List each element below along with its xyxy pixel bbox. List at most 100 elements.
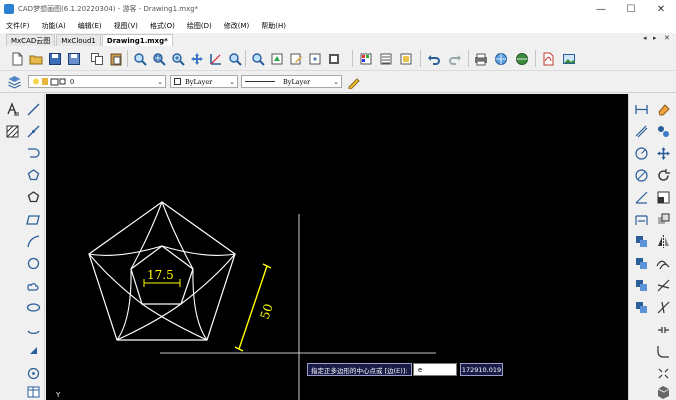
paste-icon[interactable] bbox=[107, 50, 124, 67]
match-properties-icon[interactable] bbox=[268, 50, 285, 67]
open-file-icon[interactable] bbox=[27, 50, 44, 67]
tab-drawing1[interactable]: Drawing1.mxg* bbox=[101, 34, 173, 46]
menu-draw[interactable]: 绘图(D) bbox=[181, 21, 218, 31]
hatch-icon[interactable] bbox=[3, 122, 21, 140]
arc-icon[interactable] bbox=[24, 232, 42, 250]
layer-freeze-icon[interactable] bbox=[632, 276, 650, 294]
redo-icon[interactable] bbox=[446, 50, 463, 67]
external-reference-icon[interactable] bbox=[306, 50, 323, 67]
ellipse-arc-icon[interactable] bbox=[24, 320, 42, 338]
menu-format[interactable]: 格式(O) bbox=[144, 21, 181, 31]
diameter-dimension-icon[interactable] bbox=[632, 166, 650, 184]
move-icon[interactable] bbox=[654, 144, 672, 162]
copy-icon[interactable] bbox=[88, 50, 105, 67]
construction-line-icon[interactable] bbox=[24, 122, 42, 140]
new-file-icon[interactable] bbox=[8, 50, 25, 67]
minimize-button[interactable]: — bbox=[586, 0, 616, 18]
chevron-down-icon[interactable]: ⌄ bbox=[157, 78, 163, 86]
extend-icon[interactable] bbox=[654, 298, 672, 316]
save-icon[interactable] bbox=[46, 50, 63, 67]
tab-close-icon[interactable]: ✕ bbox=[664, 34, 670, 42]
circle-icon[interactable] bbox=[24, 254, 42, 272]
tab-scroll-left-icon[interactable]: ◂ bbox=[643, 34, 647, 42]
toolbar-separator bbox=[420, 50, 421, 67]
explode-icon[interactable] bbox=[654, 364, 672, 382]
image-export-icon[interactable] bbox=[560, 50, 577, 67]
save-as-icon[interactable] bbox=[65, 50, 82, 67]
publish-web-icon[interactable] bbox=[492, 50, 509, 67]
chevron-down-icon[interactable]: ⌄ bbox=[229, 78, 235, 86]
zoom-realtime-icon[interactable] bbox=[249, 50, 266, 67]
tool-palette-icon[interactable] bbox=[397, 50, 414, 67]
menu-view[interactable]: 视图(V) bbox=[108, 21, 144, 31]
rotate-icon[interactable] bbox=[654, 166, 672, 184]
maximize-button[interactable]: ☐ bbox=[616, 0, 646, 18]
zoom-window-icon[interactable] bbox=[131, 50, 148, 67]
aligned-dimension-icon[interactable] bbox=[632, 122, 650, 140]
fillet-icon[interactable] bbox=[654, 342, 672, 360]
rectangle-icon[interactable] bbox=[24, 210, 42, 228]
undo-icon[interactable] bbox=[425, 50, 442, 67]
pdf-export-icon[interactable] bbox=[539, 50, 556, 67]
layer-lock-icon[interactable] bbox=[632, 298, 650, 316]
layer-manager-icon[interactable] bbox=[6, 73, 23, 90]
pan-icon[interactable] bbox=[188, 50, 205, 67]
edit-icon[interactable] bbox=[287, 50, 304, 67]
zoom-extents-icon[interactable] bbox=[150, 50, 167, 67]
menu-edit[interactable]: 编辑(E) bbox=[72, 21, 108, 31]
zoom-in-icon[interactable] bbox=[169, 50, 186, 67]
color-dropdown[interactable]: ByLayer ⌄ bbox=[170, 75, 238, 88]
mirror-icon[interactable] bbox=[654, 232, 672, 250]
linear-dimension-icon[interactable] bbox=[632, 210, 650, 228]
erase-icon[interactable] bbox=[654, 100, 672, 118]
layer-iso-icon[interactable] bbox=[632, 232, 650, 250]
table-icon[interactable] bbox=[24, 382, 42, 400]
menu-file[interactable]: 文件(F) bbox=[0, 21, 36, 31]
match-layer-icon[interactable] bbox=[345, 73, 362, 90]
point-icon[interactable] bbox=[24, 364, 42, 382]
linetype-value: ByLayer bbox=[283, 77, 311, 86]
copy-object-icon[interactable] bbox=[654, 122, 672, 140]
offset-icon[interactable] bbox=[654, 254, 672, 272]
drawing-canvas[interactable]: 17.5 50 Y bbox=[46, 94, 628, 400]
trim-icon[interactable] bbox=[654, 276, 672, 294]
layer-dropdown[interactable]: 0 ⌄ bbox=[28, 75, 166, 88]
revision-cloud-icon[interactable] bbox=[24, 276, 42, 294]
polygon-icon[interactable] bbox=[24, 166, 42, 184]
layer-off-icon[interactable] bbox=[632, 254, 650, 272]
toolbar-separator bbox=[245, 50, 246, 67]
ellipse-icon[interactable] bbox=[24, 298, 42, 316]
polyline-icon[interactable] bbox=[24, 144, 42, 162]
menu-help[interactable]: 帮助(H) bbox=[255, 21, 292, 31]
menu-modify[interactable]: 修改(M) bbox=[218, 21, 256, 31]
web-icon[interactable] bbox=[513, 50, 530, 67]
linetype-dropdown[interactable]: ByLayer ⌄ bbox=[241, 75, 342, 88]
distance-icon[interactable] bbox=[632, 100, 650, 118]
design-center-icon[interactable] bbox=[377, 50, 394, 67]
break-icon[interactable] bbox=[654, 320, 672, 338]
close-button[interactable]: ✕ bbox=[646, 0, 676, 18]
tab-mxcad-cloud[interactable]: MxCAD云图 bbox=[6, 34, 56, 46]
multiline-text-icon[interactable] bbox=[3, 100, 21, 118]
command-input[interactable]: e bbox=[413, 363, 457, 376]
block-icon[interactable] bbox=[325, 50, 342, 67]
properties-icon[interactable] bbox=[357, 50, 374, 67]
zoom-previous-icon[interactable] bbox=[226, 50, 243, 67]
line-icon[interactable] bbox=[24, 100, 42, 118]
scale-icon[interactable] bbox=[654, 188, 672, 206]
stretch-icon[interactable] bbox=[654, 210, 672, 228]
3d-box-icon[interactable] bbox=[654, 382, 672, 400]
menu-function[interactable]: 功能(A) bbox=[36, 21, 72, 31]
chevron-down-icon[interactable]: ⌄ bbox=[333, 78, 339, 86]
tab-mxcloud1[interactable]: MxCloud1 bbox=[56, 34, 101, 46]
angular-dimension-icon[interactable] bbox=[632, 188, 650, 206]
layer-value: 0 bbox=[70, 77, 75, 86]
command-prompt: 指定正多边形的中心点或 [边(E)]: bbox=[307, 363, 412, 376]
print-icon[interactable] bbox=[472, 50, 489, 67]
title-bar: CAD梦想画图(6.1.20220304) - 游客 - Drawing1.mx… bbox=[0, 0, 676, 18]
tab-scroll-right-icon[interactable]: ▸ bbox=[653, 34, 657, 42]
insert-block-icon[interactable] bbox=[24, 342, 42, 360]
ucs-icon[interactable] bbox=[207, 50, 224, 67]
radius-dimension-icon[interactable] bbox=[632, 144, 650, 162]
pentagon-tool-icon[interactable] bbox=[24, 188, 42, 206]
